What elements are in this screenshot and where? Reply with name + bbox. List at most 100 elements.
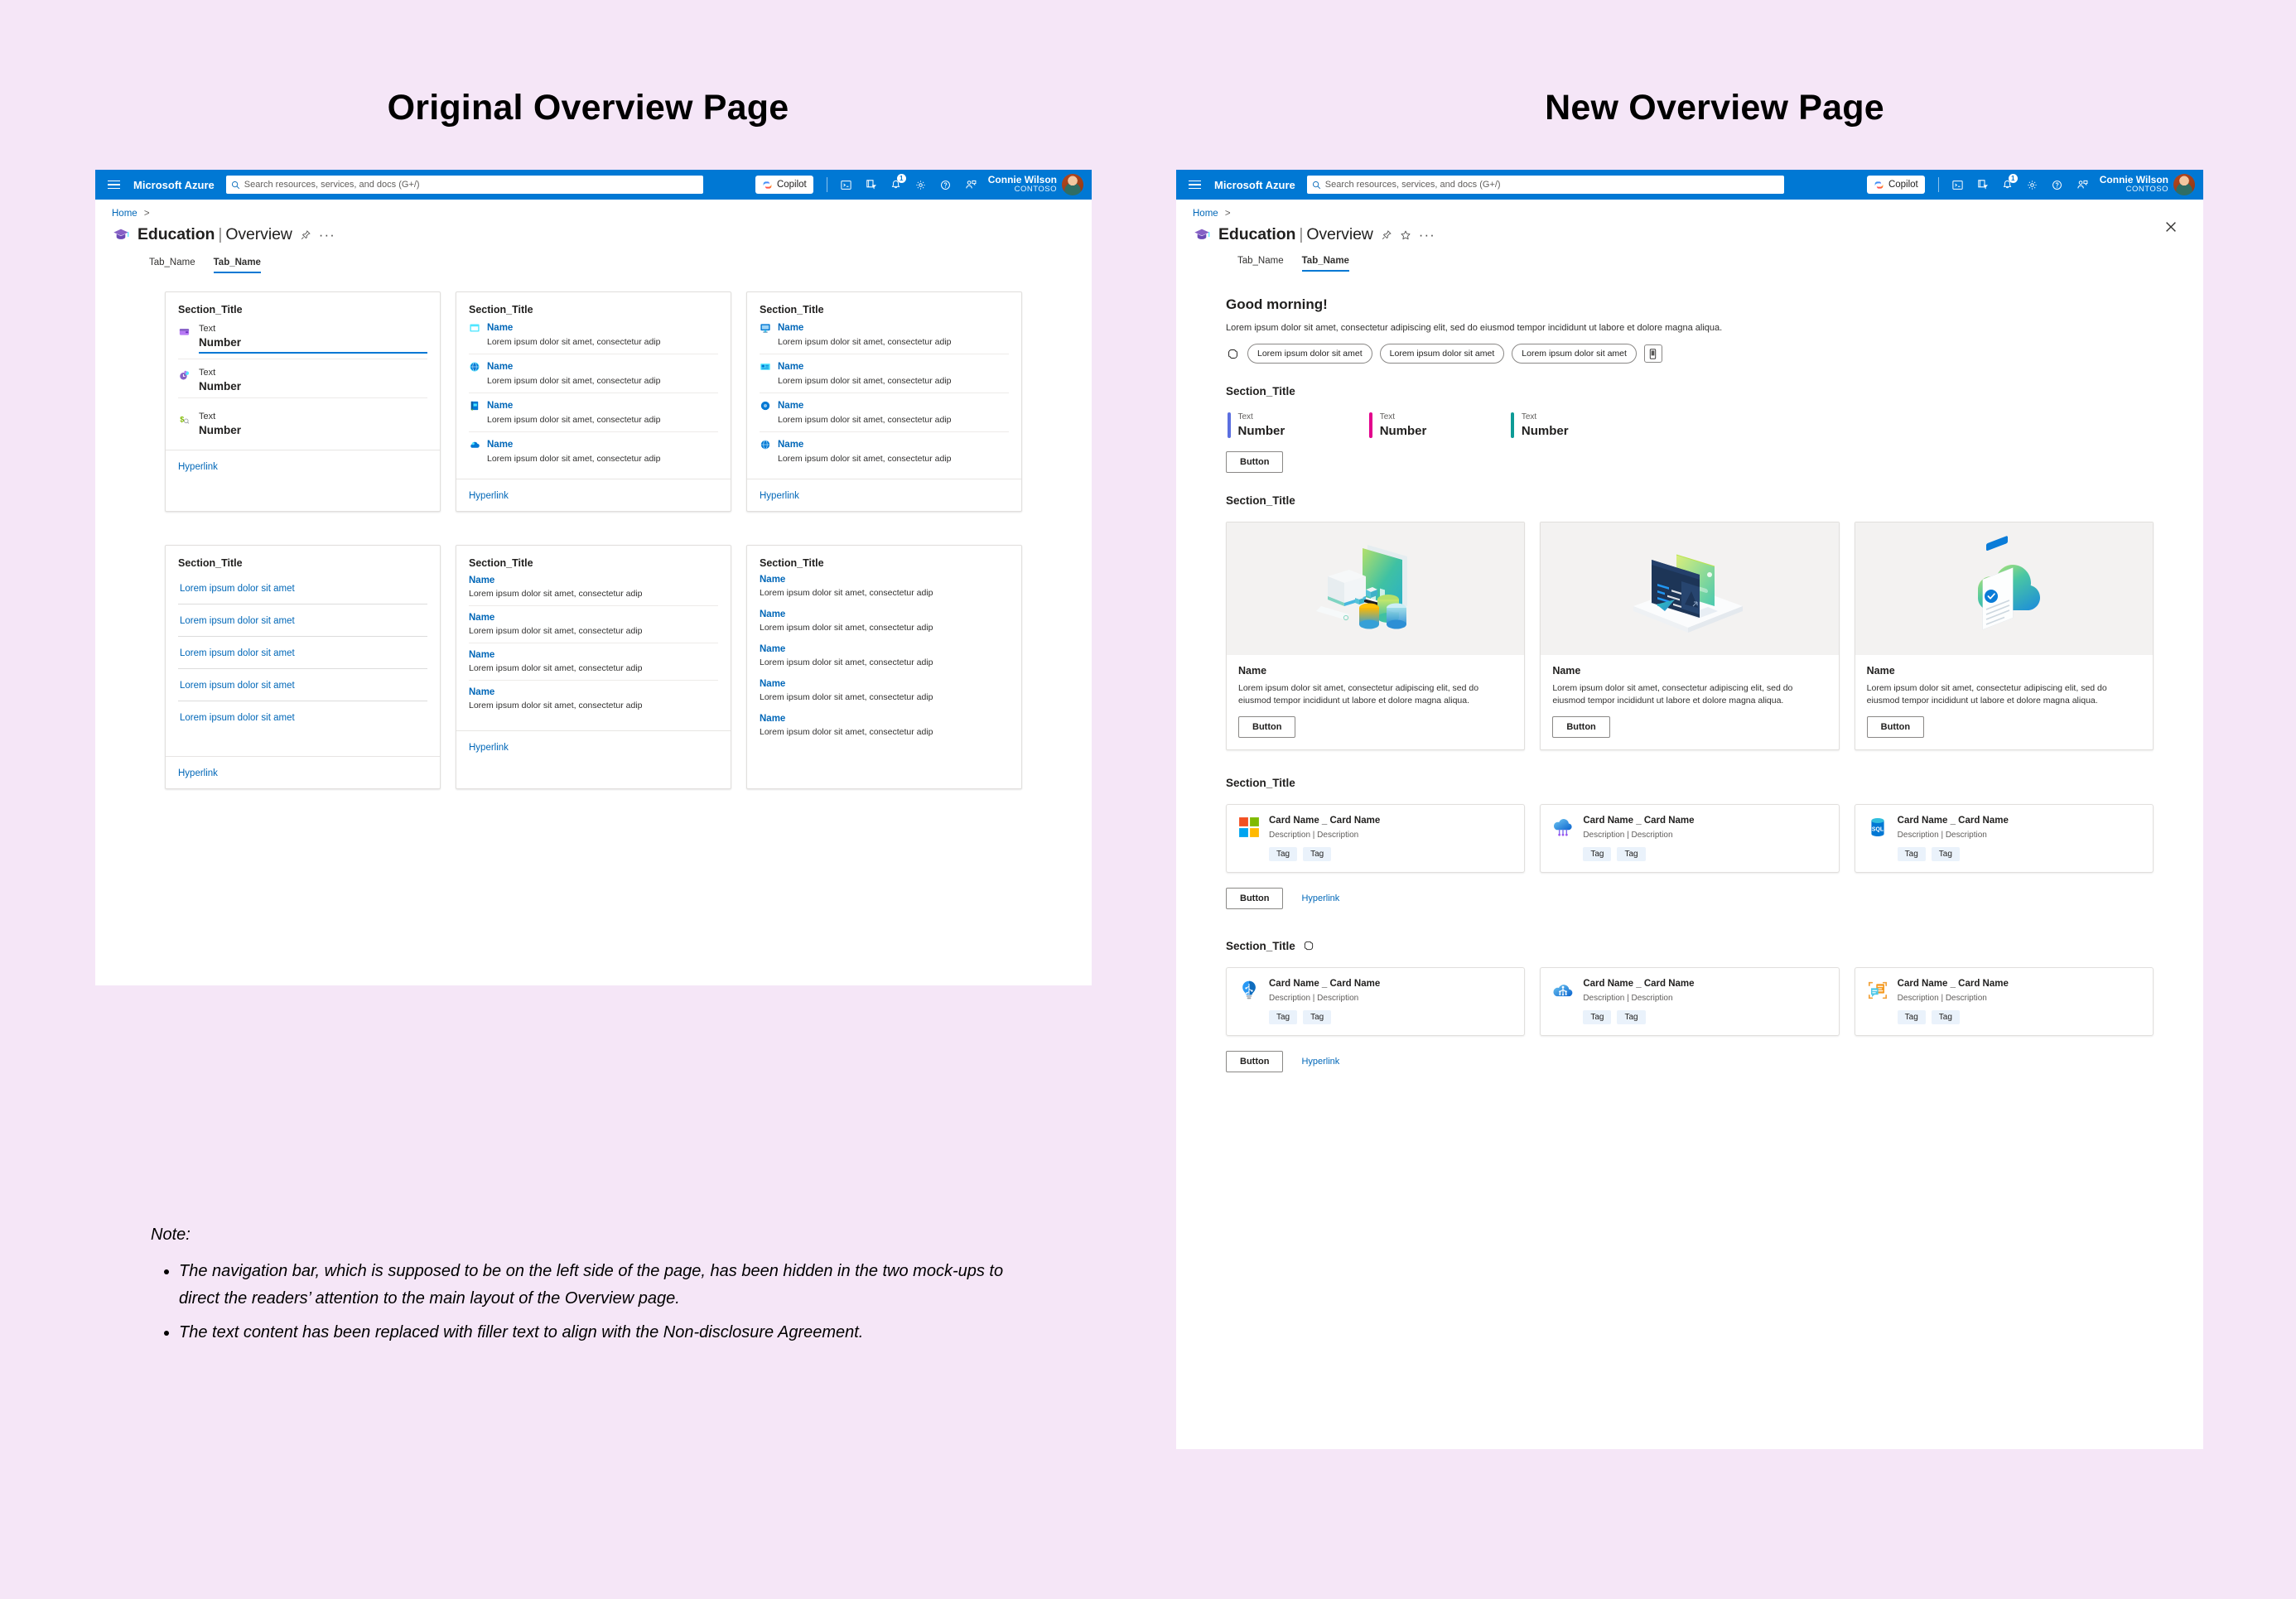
list-item-link[interactable]: Lorem ipsum dolor sit amet — [180, 584, 295, 594]
list-item[interactable]: Name Lorem ipsum dolor sit amet, consect… — [760, 315, 1009, 354]
hyperlink[interactable]: Hyperlink — [760, 491, 799, 501]
list-item-name[interactable]: Name — [760, 714, 785, 724]
mobile-device-icon[interactable] — [1643, 344, 1662, 363]
metric[interactable]: Text Number — [1228, 412, 1285, 438]
list-item[interactable]: Name Lorem ipsum dolor sit amet, consect… — [469, 431, 718, 470]
cloud-shell-icon[interactable] — [834, 172, 859, 197]
list-item-name[interactable]: Name — [469, 576, 494, 585]
tag[interactable]: Tag — [1897, 847, 1926, 862]
azure-brand-label[interactable]: Microsoft Azure — [133, 179, 215, 191]
list-item[interactable]: Name Lorem ipsum dolor sit amet, consect… — [469, 315, 718, 354]
list-item[interactable]: Name Lorem ipsum dolor sit amet, consect… — [760, 393, 1009, 431]
metric[interactable]: Text Number — [1511, 412, 1569, 438]
tile-card[interactable]: Card Name _ Card Name Description | Desc… — [1226, 967, 1526, 1037]
avatar[interactable] — [1062, 174, 1083, 195]
promo-button[interactable]: Button — [1552, 716, 1610, 739]
metrics-button[interactable]: Button — [1226, 451, 1284, 473]
tab-0[interactable]: Tab_Name — [1237, 256, 1284, 272]
list-item-link[interactable]: Lorem ipsum dolor sit amet — [180, 616, 295, 626]
list-item[interactable]: Name Lorem ipsum dolor sit amet, consect… — [469, 605, 718, 643]
list-item-name[interactable]: Name — [487, 362, 513, 372]
list-item-name[interactable]: Name — [760, 644, 785, 654]
tag[interactable]: Tag — [1303, 847, 1332, 862]
tile-card[interactable]: SQL Card Name _ Card Name Description | … — [1854, 804, 2154, 874]
feedback-person-icon[interactable] — [958, 172, 983, 197]
help-question-icon[interactable] — [933, 172, 958, 197]
list-item-name[interactable]: Name — [778, 401, 803, 411]
breadcrumb[interactable]: Home > — [95, 200, 1092, 219]
cloud-shell-icon[interactable] — [1946, 172, 1970, 197]
search-input[interactable]: Search resources, services, and docs (G+… — [225, 176, 703, 194]
metric-row[interactable]: $ Text Number — [178, 397, 427, 441]
search-input[interactable]: Search resources, services, and docs (G+… — [1306, 176, 1784, 194]
list-item-name[interactable]: Name — [760, 609, 785, 619]
tag[interactable]: Tag — [1583, 847, 1612, 862]
list-item-link[interactable]: Lorem ipsum dolor sit amet — [180, 648, 295, 658]
directories-filter-icon[interactable] — [859, 172, 884, 197]
hyperlink[interactable]: Hyperlink — [1301, 893, 1339, 903]
list-item-name[interactable]: Name — [487, 401, 513, 411]
azure-brand-label[interactable]: Microsoft Azure — [1214, 179, 1295, 191]
help-question-icon[interactable] — [2045, 172, 2070, 197]
list-item[interactable]: Lorem ipsum dolor sit amet — [178, 636, 427, 668]
tag[interactable]: Tag — [1303, 1010, 1332, 1025]
list-item[interactable]: Name Lorem ipsum dolor sit amet, consect… — [469, 643, 718, 680]
metric-row[interactable]: Text Number — [178, 315, 427, 359]
more-dots-icon[interactable]: ··· — [1419, 228, 1435, 242]
tab-1[interactable]: Tab_Name — [213, 258, 261, 273]
suggestion-chip[interactable]: Lorem ipsum dolor sit amet — [1247, 344, 1372, 364]
pin-icon[interactable] — [300, 229, 311, 241]
breadcrumb-home[interactable]: Home — [112, 209, 137, 219]
list-item-name[interactable]: Name — [760, 575, 785, 585]
list-item[interactable]: Lorem ipsum dolor sit amet — [178, 701, 427, 733]
copilot-button[interactable]: Copilot — [1866, 176, 1925, 194]
list-item-name[interactable]: Name — [778, 323, 803, 333]
list-item-name[interactable]: Name — [487, 323, 513, 333]
settings-gear-icon[interactable] — [909, 172, 933, 197]
settings-gear-icon[interactable] — [2020, 172, 2045, 197]
list-item-name[interactable]: Name — [469, 650, 494, 660]
list-item[interactable]: Name Lorem ipsum dolor sit amet, consect… — [469, 569, 718, 605]
tag[interactable]: Tag — [1617, 847, 1646, 862]
avatar[interactable] — [2173, 174, 2195, 195]
list-item[interactable]: Lorem ipsum dolor sit amet — [178, 572, 427, 604]
tag[interactable]: Tag — [1583, 1010, 1612, 1025]
list-item[interactable]: Name Lorem ipsum dolor sit amet, consect… — [760, 569, 1009, 604]
list-item[interactable]: Name Lorem ipsum dolor sit amet, consect… — [469, 393, 718, 431]
hyperlink[interactable]: Hyperlink — [178, 462, 218, 472]
list-item[interactable]: Name Lorem ipsum dolor sit amet, consect… — [469, 354, 718, 393]
notifications-bell-icon[interactable]: 1 — [884, 172, 909, 197]
more-dots-icon[interactable]: ··· — [319, 228, 335, 242]
list-item-name[interactable]: Name — [487, 440, 513, 450]
tile-card[interactable]: Card Name _ Card Name Description | Desc… — [1854, 967, 2154, 1037]
tab-1[interactable]: Tab_Name — [1301, 256, 1349, 272]
list-item-name[interactable]: Name — [469, 613, 494, 623]
tile-card[interactable]: Card Name _ Card Name Description | Desc… — [1226, 804, 1526, 874]
hamburger-menu-icon[interactable] — [102, 176, 125, 195]
list-item-name[interactable]: Name — [778, 362, 803, 372]
list-item-name[interactable]: Name — [469, 687, 494, 697]
list-item[interactable]: Name Lorem ipsum dolor sit amet, consect… — [760, 604, 1009, 638]
list-item-name[interactable]: Name — [760, 679, 785, 689]
user-identity[interactable]: Connie Wilson CONTOSO — [988, 174, 1057, 195]
pin-icon[interactable] — [1381, 229, 1392, 241]
notifications-bell-icon[interactable]: 1 — [1995, 172, 2020, 197]
list-item[interactable]: Lorem ipsum dolor sit amet — [178, 604, 427, 636]
breadcrumb[interactable]: Home > — [1176, 200, 2203, 219]
suggestion-chip[interactable]: Lorem ipsum dolor sit amet — [1512, 344, 1637, 364]
list-item[interactable]: Name Lorem ipsum dolor sit amet, consect… — [760, 708, 1009, 743]
list-item-link[interactable]: Lorem ipsum dolor sit amet — [180, 681, 295, 691]
list-item[interactable]: Name Lorem ipsum dolor sit amet, consect… — [760, 354, 1009, 393]
metric[interactable]: Text Number — [1369, 412, 1426, 438]
hamburger-menu-icon[interactable] — [1183, 176, 1206, 195]
breadcrumb-home[interactable]: Home — [1193, 209, 1218, 219]
hyperlink[interactable]: Hyperlink — [469, 743, 509, 753]
tag[interactable]: Tag — [1897, 1010, 1926, 1025]
tag[interactable]: Tag — [1269, 847, 1298, 862]
list-item-name[interactable]: Name — [778, 440, 803, 450]
hyperlink[interactable]: Hyperlink — [469, 491, 509, 501]
copilot-button[interactable]: Copilot — [755, 176, 813, 194]
metric-row[interactable]: Text Number — [178, 359, 427, 397]
list-item[interactable]: Name Lorem ipsum dolor sit amet, consect… — [760, 431, 1009, 470]
tag[interactable]: Tag — [1617, 1010, 1646, 1025]
